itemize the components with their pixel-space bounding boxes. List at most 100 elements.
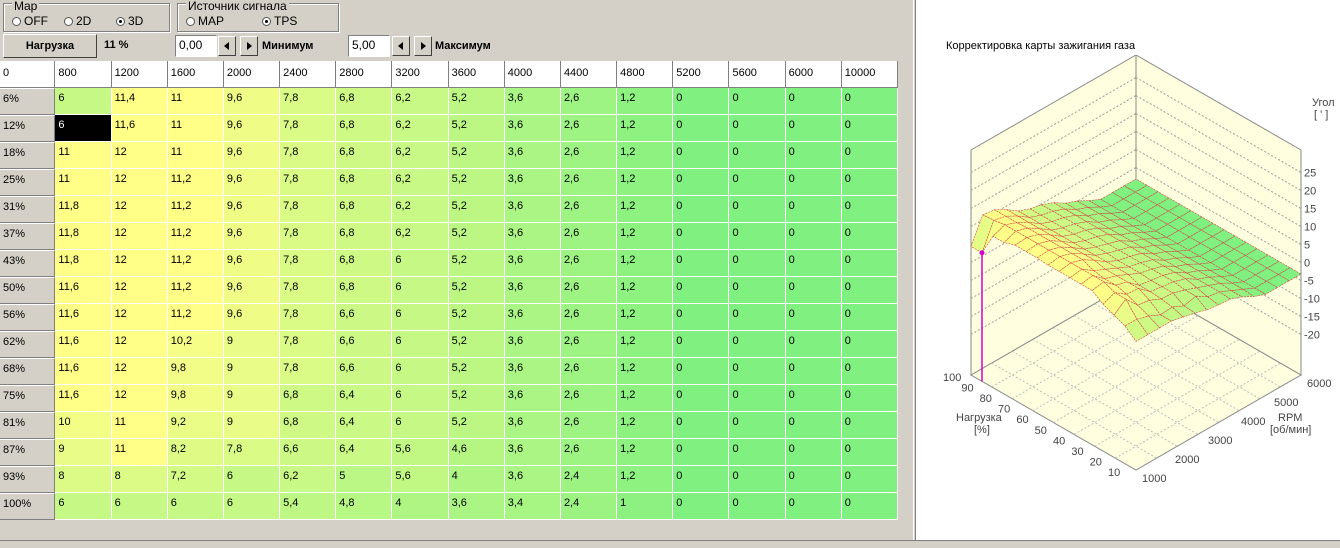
table-cell[interactable]: 5 (336, 466, 393, 493)
table-cell[interactable]: 0 (785, 115, 842, 142)
table-cell[interactable]: 7,8 (223, 439, 281, 466)
table-cell[interactable]: 11,2 (167, 250, 224, 277)
table-cell[interactable]: 4,8 (336, 493, 393, 520)
table-cell[interactable]: 2,6 (560, 223, 618, 250)
table-cell[interactable]: 0 (785, 277, 842, 304)
table-cell[interactable]: 0 (673, 223, 730, 250)
table-cell[interactable]: 1,2 (617, 385, 674, 412)
table-cell[interactable]: 6 (111, 493, 168, 520)
table-cell[interactable]: 11,4 (111, 88, 168, 115)
table-cell[interactable]: 0 (673, 142, 730, 169)
table-cell[interactable]: 0 (729, 250, 786, 277)
table-cell[interactable]: 3,6 (448, 493, 505, 520)
table-cell[interactable]: 0 (785, 385, 842, 412)
table-cell[interactable]: 0 (841, 358, 898, 385)
table-cell[interactable]: 0 (729, 358, 786, 385)
table-cell[interactable]: 11 (55, 142, 112, 169)
table-cell[interactable]: 7,8 (280, 331, 337, 358)
table-cell[interactable]: 6,4 (336, 385, 393, 412)
table-cell[interactable]: 0 (841, 385, 898, 412)
table-cell[interactable]: 1,2 (617, 196, 674, 223)
table-cell[interactable]: 11 (55, 169, 112, 196)
table-cell[interactable]: 0 (729, 223, 786, 250)
table-cell[interactable]: 0 (673, 196, 730, 223)
table-cell[interactable]: 0 (729, 331, 786, 358)
table-cell[interactable]: 1,2 (617, 277, 674, 304)
table-cell[interactable]: 9,6 (223, 250, 281, 277)
table-cell[interactable]: 0 (729, 277, 786, 304)
table-cell[interactable]: 6,4 (336, 412, 393, 439)
table-cell[interactable]: 6,8 (336, 223, 393, 250)
table-cell[interactable]: 11,8 (55, 196, 112, 223)
table-cell[interactable]: 0 (729, 466, 786, 493)
table-cell[interactable]: 1,2 (617, 88, 674, 115)
table-cell[interactable]: 3,6 (504, 196, 561, 223)
table-cell[interactable]: 6,2 (392, 196, 449, 223)
table-cell[interactable]: 5,2 (448, 250, 505, 277)
table-cell[interactable]: 2,6 (560, 88, 618, 115)
table-cell[interactable]: 0 (841, 304, 898, 331)
table-cell[interactable]: 2,6 (560, 412, 618, 439)
table-cell[interactable]: 2,4 (560, 466, 618, 493)
table-cell[interactable]: 7,8 (280, 196, 337, 223)
table-cell[interactable]: 9,8 (167, 358, 224, 385)
table-cell[interactable]: 12 (111, 169, 168, 196)
table-cell[interactable]: 0 (841, 250, 898, 277)
table-cell[interactable]: 5,2 (448, 331, 505, 358)
maximum-decrease-button[interactable] (392, 36, 410, 56)
table-cell[interactable]: 1 (617, 493, 674, 520)
table-cell[interactable]: 2,6 (560, 304, 618, 331)
table-cell[interactable]: 12 (111, 331, 168, 358)
table-cell[interactable]: 12 (111, 250, 168, 277)
table-cell[interactable]: 4 (392, 493, 449, 520)
table-cell[interactable]: 5,2 (448, 223, 505, 250)
table-cell[interactable]: 9,6 (223, 277, 281, 304)
load-button[interactable]: Нагрузка (3, 34, 97, 58)
table-cell[interactable]: 3,6 (504, 277, 561, 304)
table-cell[interactable]: 8,2 (167, 439, 224, 466)
table-cell[interactable]: 7,8 (280, 358, 337, 385)
table-cell[interactable]: 0 (729, 304, 786, 331)
table-cell[interactable]: 3,6 (504, 304, 561, 331)
table-cell[interactable]: 3,6 (504, 142, 561, 169)
table-cell[interactable]: 6,8 (280, 385, 337, 412)
table-cell[interactable]: 6,8 (336, 196, 393, 223)
table-cell[interactable]: 0 (785, 223, 842, 250)
table-cell[interactable]: 1,2 (617, 169, 674, 196)
table-cell[interactable]: 9,6 (223, 223, 281, 250)
table-cell[interactable]: 0 (673, 250, 730, 277)
table-cell[interactable]: 6,2 (392, 88, 449, 115)
table-cell[interactable]: 7,8 (280, 223, 337, 250)
table-cell[interactable]: 7,8 (280, 304, 337, 331)
table-cell[interactable]: 9 (55, 439, 112, 466)
table-cell[interactable]: 6,6 (336, 358, 393, 385)
table-cell[interactable]: 11,6 (55, 304, 112, 331)
table-cell[interactable]: 12 (111, 196, 168, 223)
table-cell[interactable]: 6 (392, 331, 449, 358)
table-cell[interactable]: 2,6 (560, 196, 618, 223)
table-cell[interactable]: 0 (673, 412, 730, 439)
table-cell[interactable]: 5,2 (448, 196, 505, 223)
table-cell[interactable]: 9,2 (167, 412, 224, 439)
table-cell[interactable]: 0 (785, 88, 842, 115)
table-cell[interactable]: 6 (223, 466, 281, 493)
table-cell[interactable]: 9 (223, 358, 281, 385)
table-cell[interactable]: 0 (785, 142, 842, 169)
table-cell[interactable]: 0 (785, 196, 842, 223)
table-cell[interactable]: 0 (729, 142, 786, 169)
table-cell[interactable]: 3,6 (504, 250, 561, 277)
table-cell[interactable]: 5,2 (448, 412, 505, 439)
radio-2d[interactable]: 2D (64, 15, 91, 27)
table-cell[interactable]: 5,4 (280, 493, 337, 520)
table-cell[interactable]: 10,2 (167, 331, 224, 358)
table-cell[interactable]: 9,6 (223, 196, 281, 223)
table-cell[interactable]: 0 (841, 277, 898, 304)
table-cell[interactable]: 6 (392, 412, 449, 439)
table-cell[interactable]: 1,2 (617, 115, 674, 142)
table-cell[interactable]: 6 (55, 88, 112, 115)
table-cell[interactable]: 11,6 (55, 385, 112, 412)
table-cell[interactable]: 5,2 (448, 169, 505, 196)
table-cell[interactable]: 0 (785, 250, 842, 277)
table-cell[interactable]: 12 (111, 142, 168, 169)
table-cell[interactable]: 6 (392, 385, 449, 412)
